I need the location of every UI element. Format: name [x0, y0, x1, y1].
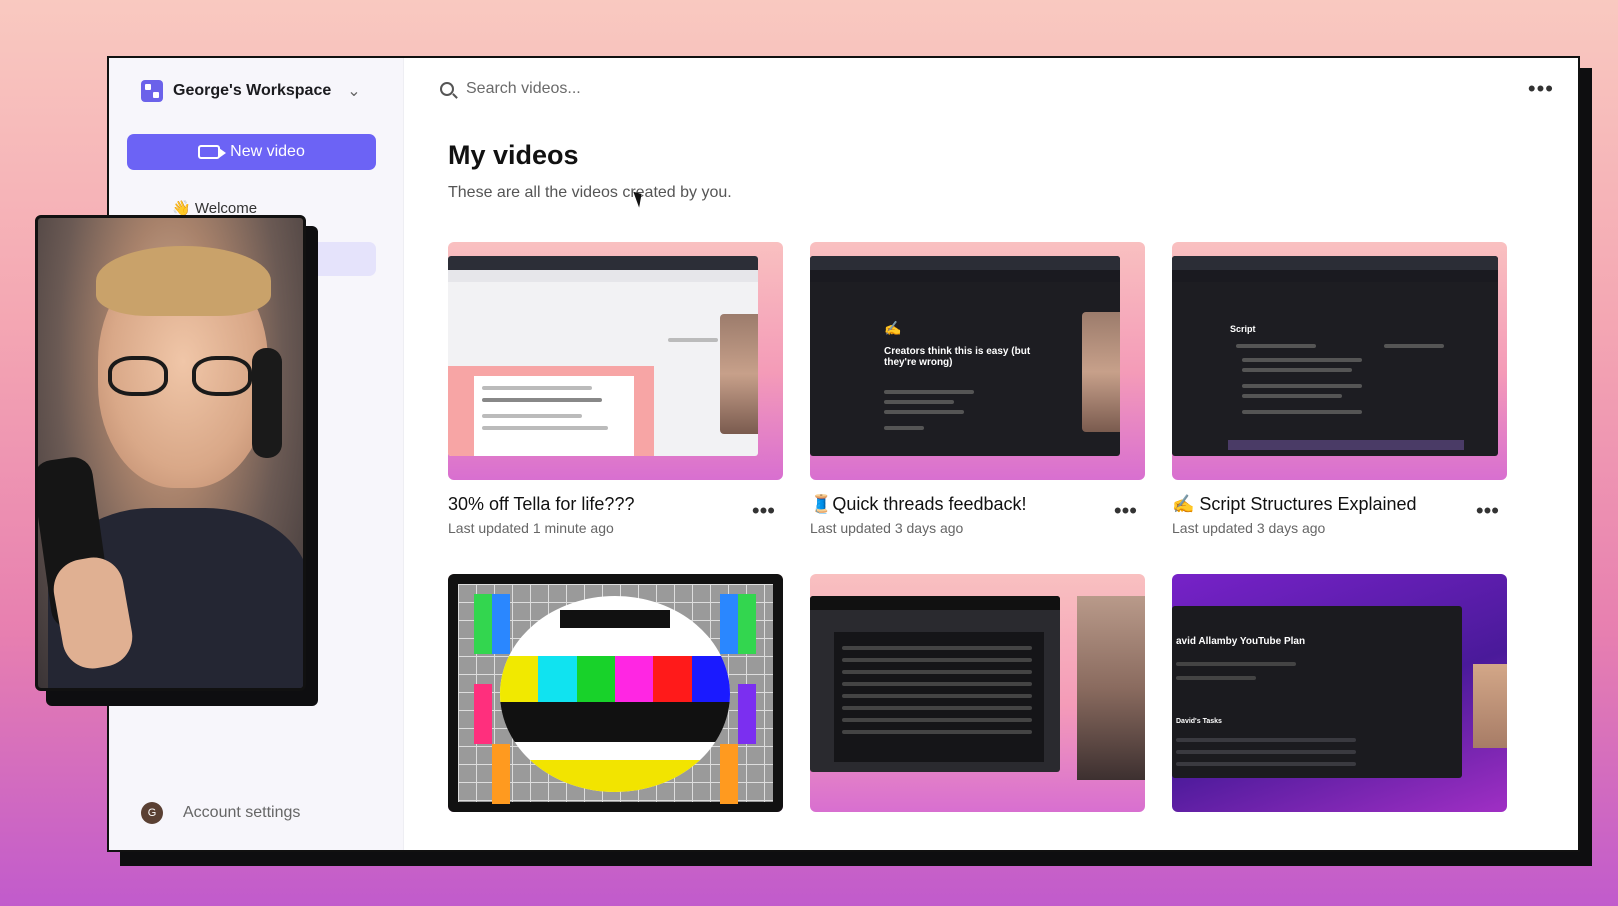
- thumbnail-screenshot: [448, 256, 758, 456]
- thumbnail-text: avid Allamby YouTube Plan: [1176, 636, 1306, 647]
- video-thumbnail[interactable]: [448, 242, 783, 480]
- video-card[interactable]: Script ✍️ Script Structures Explained La…: [1172, 242, 1507, 536]
- thumbnail-screenshot: [810, 596, 1060, 772]
- new-video-label: New video: [230, 143, 305, 160]
- video-title[interactable]: ✍️ Script Structures Explained: [1172, 494, 1507, 515]
- video-meta: Last updated 3 days ago: [810, 520, 964, 536]
- video-card[interactable]: [810, 574, 1145, 826]
- thumbnail-screenshot: ✍ Creators think this is easy (but they'…: [810, 256, 1120, 456]
- workspace-logo-icon: [141, 80, 163, 102]
- video-title[interactable]: 🧵Quick threads feedback!: [810, 494, 1145, 515]
- search-input[interactable]: [466, 80, 766, 98]
- video-meta: Last updated 1 minute ago: [448, 520, 614, 536]
- avatar: G: [141, 802, 163, 824]
- page-subtitle: These are all the videos created by you.: [448, 184, 732, 201]
- video-thumbnail[interactable]: [448, 574, 783, 812]
- search-bar[interactable]: [440, 80, 766, 98]
- thumbnail-text: Creators think this is easy (but they're…: [884, 346, 1031, 368]
- new-video-button[interactable]: New video: [127, 134, 376, 170]
- video-card[interactable]: [448, 574, 783, 826]
- workspace-switcher[interactable]: George's Workspace ⌄: [141, 80, 361, 102]
- video-thumbnail[interactable]: ✍ Creators think this is easy (but they'…: [810, 242, 1145, 480]
- video-title[interactable]: 30% off Tella for life???: [448, 494, 783, 515]
- more-options-icon[interactable]: •••: [1114, 498, 1137, 524]
- video-thumbnail[interactable]: [810, 574, 1145, 812]
- video-thumbnail[interactable]: Script: [1172, 242, 1507, 480]
- app-window: George's Workspace ⌄ New video G Account…: [107, 56, 1580, 852]
- video-meta: Last updated 3 days ago: [1172, 520, 1326, 536]
- account-settings-label: Account settings: [183, 804, 301, 821]
- more-options-icon[interactable]: •••: [1528, 76, 1554, 102]
- writing-hand-icon: ✍: [884, 320, 902, 336]
- test-card-pattern: [448, 574, 783, 812]
- thumbnail-subtext: David's Tasks: [1176, 718, 1222, 725]
- more-options-icon[interactable]: •••: [752, 498, 775, 524]
- video-card[interactable]: 30% off Tella for life??? Last updated 1…: [448, 242, 783, 536]
- video-card[interactable]: avid Allamby YouTube Plan David's Tasks: [1172, 574, 1507, 826]
- video-camera-icon: [198, 145, 227, 159]
- workspace-name: George's Workspace: [173, 82, 332, 99]
- thumbnail-screenshot: Script: [1172, 256, 1498, 456]
- more-options-icon[interactable]: •••: [1476, 498, 1499, 524]
- presenter-webcam: [1077, 596, 1145, 780]
- page-title: My videos: [448, 140, 579, 170]
- presenter-webcam: [1473, 664, 1507, 748]
- main-content: ••• My videos These are all the videos c…: [404, 58, 1578, 850]
- search-icon: [440, 82, 454, 96]
- webcam-overlay[interactable]: [35, 215, 306, 691]
- chevron-down-icon: ⌄: [347, 83, 361, 100]
- video-card[interactable]: ✍ Creators think this is easy (but they'…: [810, 242, 1145, 536]
- thumbnail-screenshot: avid Allamby YouTube Plan David's Tasks: [1172, 606, 1462, 778]
- video-thumbnail[interactable]: avid Allamby YouTube Plan David's Tasks: [1172, 574, 1507, 812]
- account-settings-link[interactable]: G Account settings: [141, 802, 300, 824]
